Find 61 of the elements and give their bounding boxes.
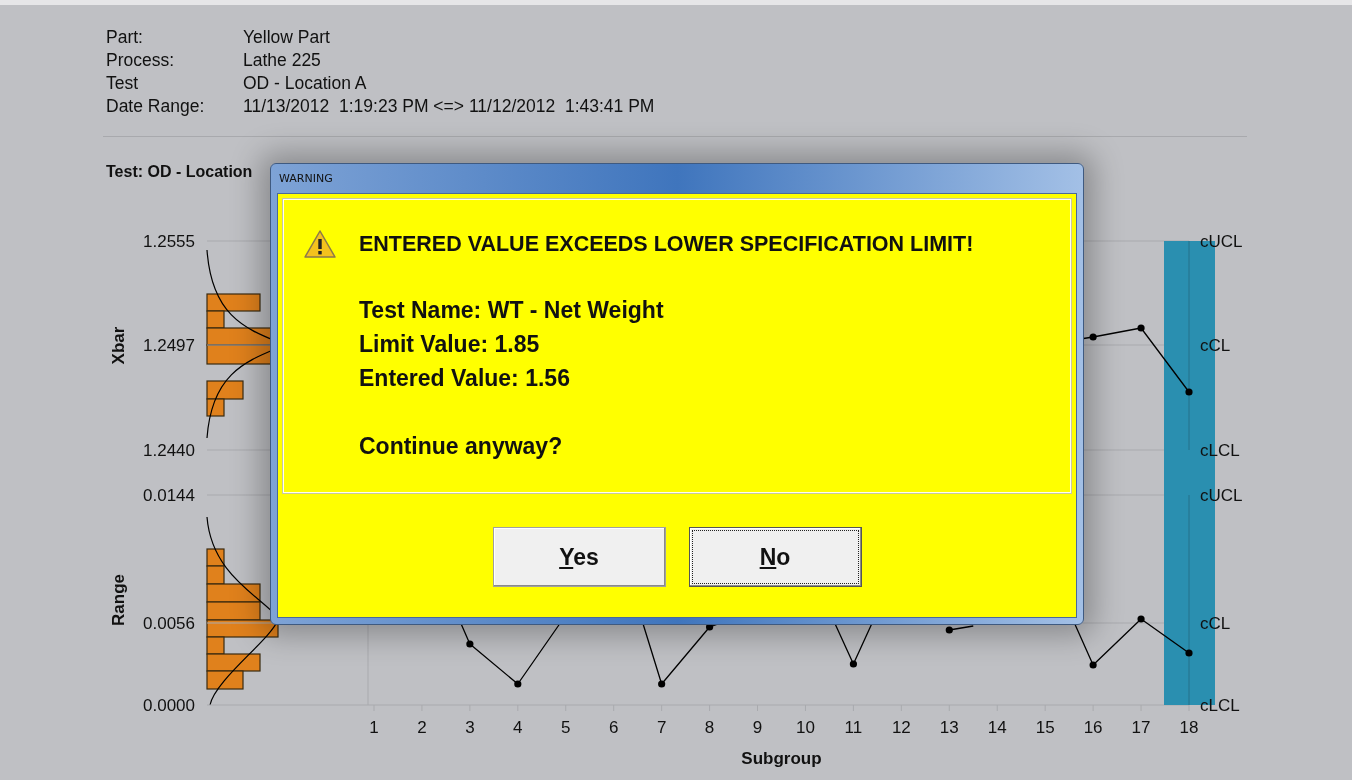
dialog-title: WARNING (279, 172, 333, 185)
x-tick-label: 5 (561, 718, 571, 737)
y-tick-label: 1.2555 (143, 232, 195, 251)
x-tick-label: 10 (796, 718, 815, 737)
data-point (1137, 324, 1145, 332)
y-tick-label: 0.0056 (143, 614, 195, 633)
detail-line: Limit Value: 1.85 (359, 330, 540, 359)
warning-headline: ENTERED VALUE EXCEEDS LOWER SPECIFICATION LIMIT! (359, 231, 974, 257)
field-label: Part: (106, 27, 144, 48)
x-axis-label: Subgroup (741, 749, 822, 768)
x-tick-label: 9 (752, 718, 763, 737)
x-tick-label: 18 (1179, 718, 1199, 737)
field-value: Lathe 225 (243, 50, 321, 71)
x-tick-label: 13 (939, 718, 959, 737)
x-tick-label: 11 (844, 718, 863, 737)
x-tick-label: 1 (369, 718, 379, 737)
x-tick-label: 12 (891, 718, 911, 737)
question-text: Continue anyway? (359, 432, 563, 461)
x-tick-label: 6 (608, 718, 619, 737)
data-point (1137, 615, 1145, 623)
field-label: Date Range: (106, 96, 206, 117)
y-tick-label: 0.0144 (143, 486, 195, 505)
data-point (1089, 333, 1097, 341)
x-tick-label: 16 (1083, 718, 1103, 737)
data-point (1185, 388, 1193, 396)
x-tick-label: 7 (656, 718, 667, 737)
detail-line: Test Name: WT - Net Weight (359, 296, 664, 325)
data-point (514, 680, 522, 688)
x-tick-label: 4 (513, 718, 523, 737)
data-point (849, 660, 857, 668)
y-tick-label: 1.2497 (143, 336, 195, 355)
y-axis-label: Xbar (109, 326, 128, 365)
x-tick-label: 2 (417, 718, 427, 737)
data-point (945, 626, 953, 634)
histogram-bar (206, 601, 261, 621)
field-value: Yellow Part (243, 27, 330, 48)
detail-line: Entered Value: 1.56 (359, 364, 570, 393)
x-tick-label: 15 (1035, 718, 1055, 737)
y-axis-label: Range (109, 574, 128, 626)
limit-label: cUCL (1200, 232, 1243, 251)
dialog-button[interactable]: No (688, 527, 862, 587)
data-point (658, 680, 666, 688)
data-point (1185, 649, 1193, 657)
limit-label: cCL (1200, 614, 1231, 633)
field-label: Process: (106, 50, 176, 71)
x-tick-label: 14 (987, 718, 1007, 737)
x-tick-label: 8 (704, 718, 715, 737)
data-point (466, 640, 474, 648)
warning-icon (303, 229, 337, 259)
data-point (1089, 661, 1097, 669)
x-tick-label: 3 (465, 718, 475, 737)
dialog-button[interactable]: Yes (492, 527, 666, 587)
y-tick-label: 1.2440 (143, 441, 195, 460)
field-value: OD - Location A (243, 73, 367, 94)
field-label: Test (106, 73, 140, 94)
x-tick-label: 17 (1131, 718, 1151, 737)
chart-title: Test: OD - Location (106, 163, 253, 180)
y-tick-label: 0.0000 (143, 696, 195, 715)
limit-label: cLCL (1200, 696, 1240, 715)
limit-label: cCL (1200, 336, 1231, 355)
field-value: 11/13/2012 1:19:23 PM <=> 11/12/2012 1:43:41 PM (243, 96, 655, 117)
